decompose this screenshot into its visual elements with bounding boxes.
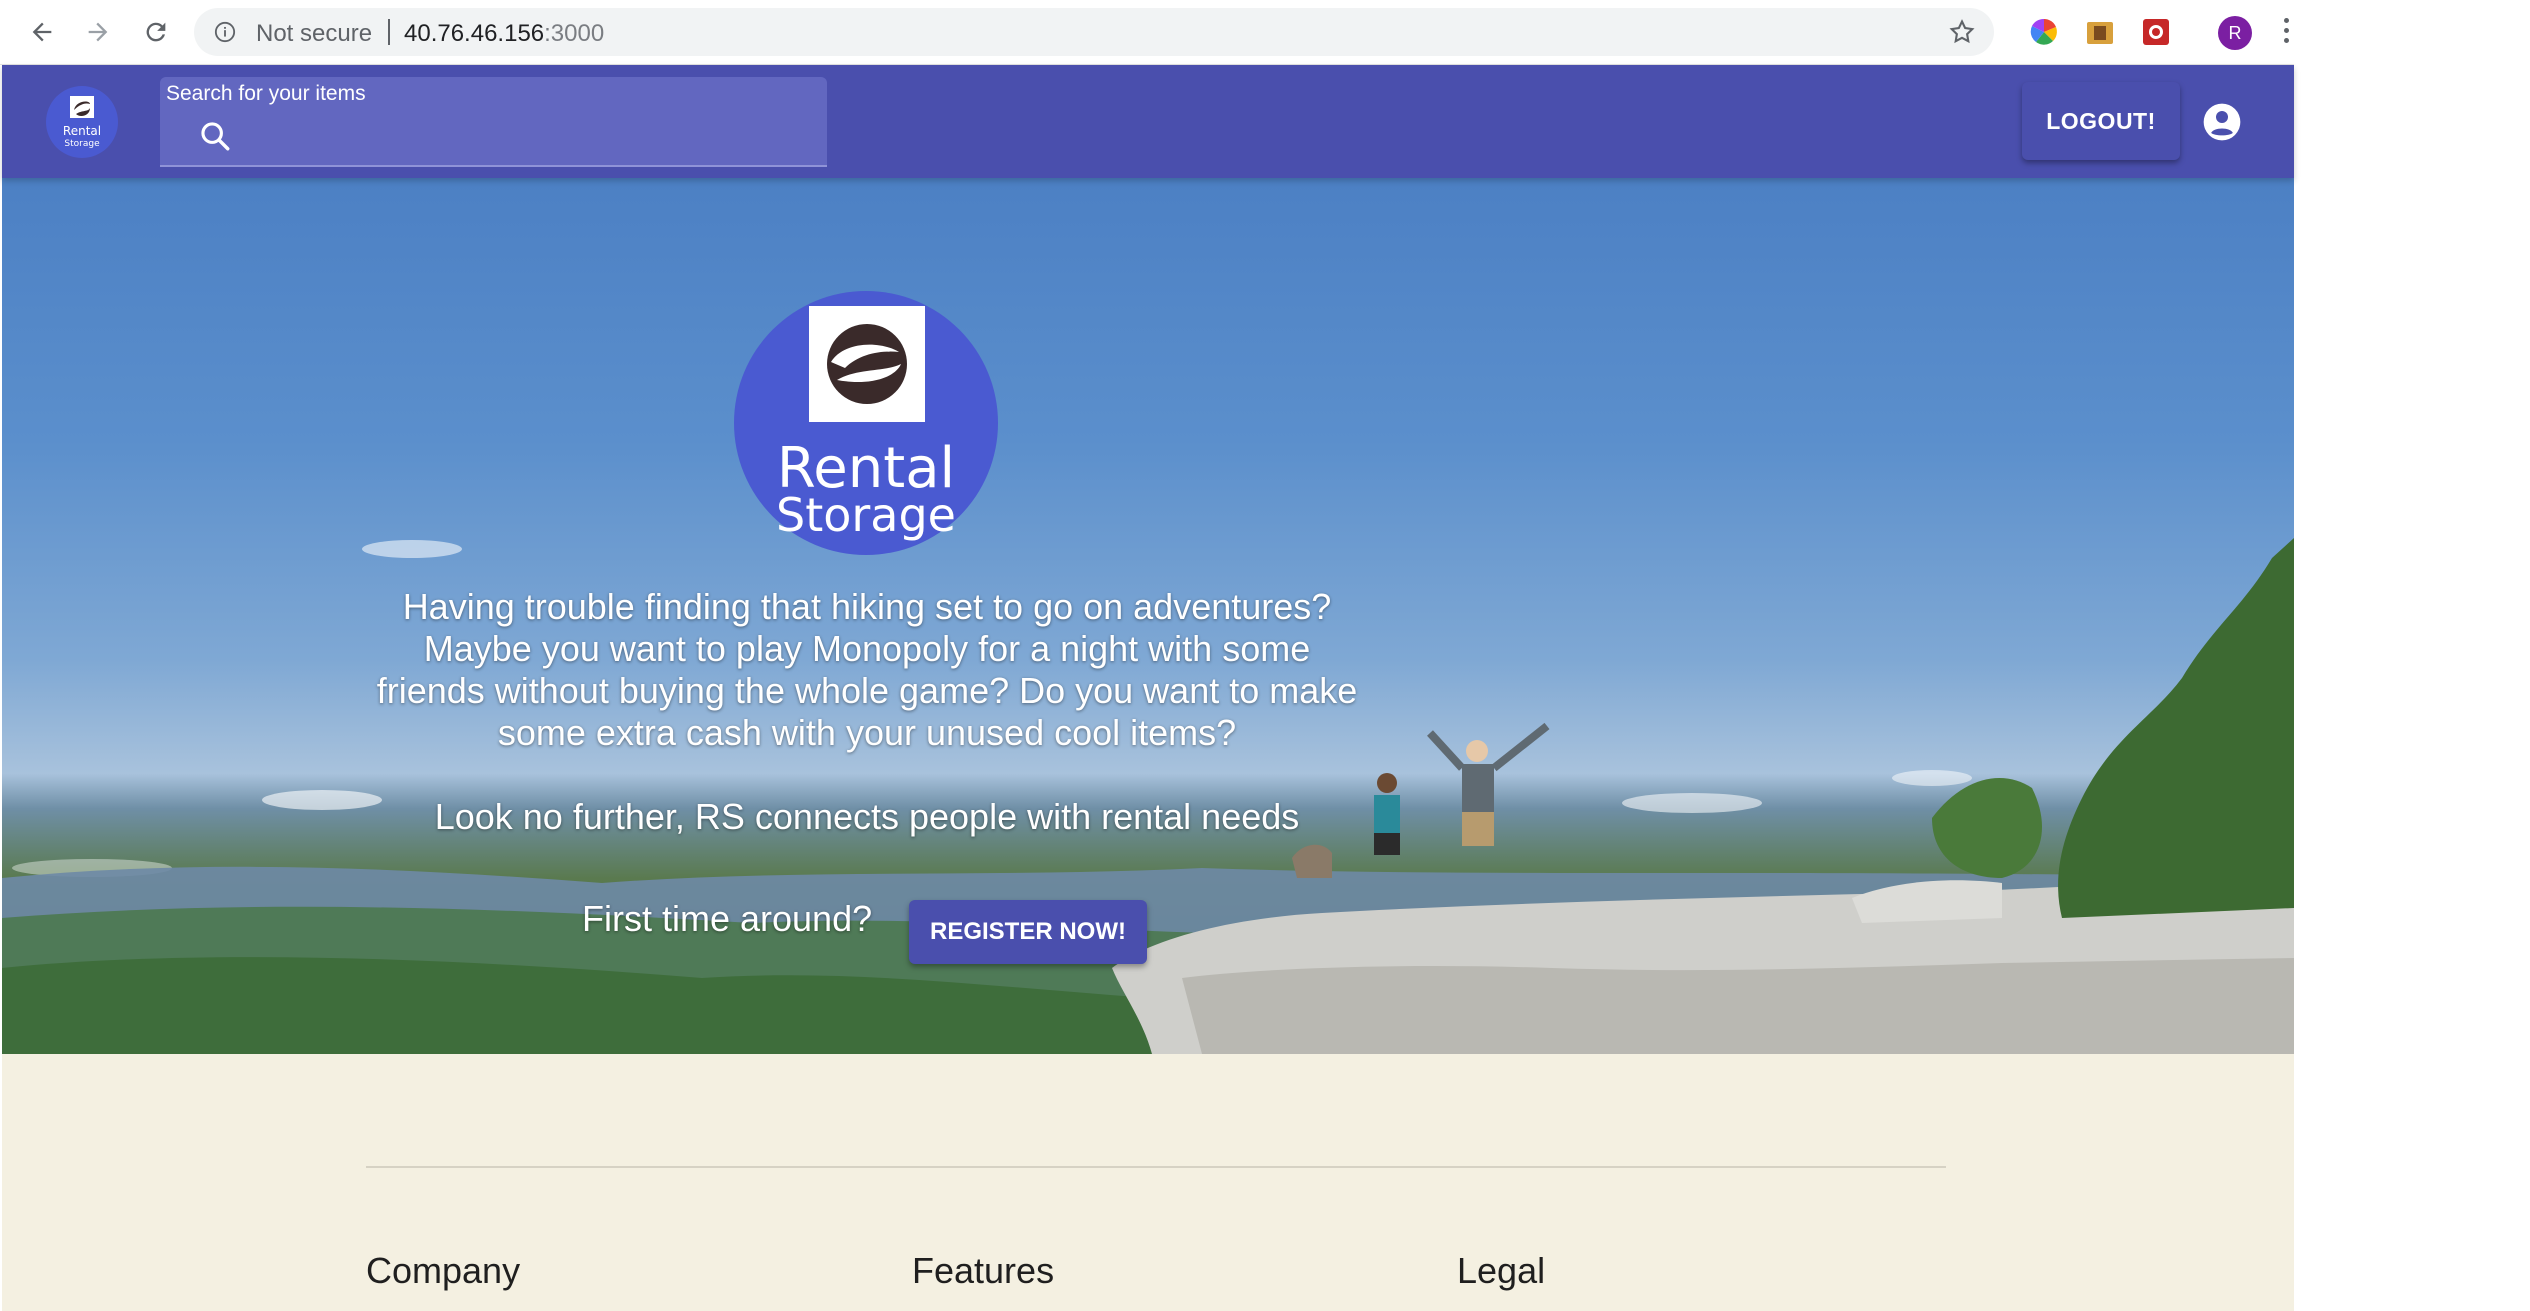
hero-tagline: Look no further, RS connects people with…	[434, 796, 1300, 837]
footer-heading-company: Company	[366, 1250, 521, 1291]
app-logo-text-2: Storage	[64, 139, 100, 149]
app-bar: Rental Storage Search for your items LOG…	[2, 65, 2294, 178]
search-icon[interactable]	[198, 119, 232, 153]
logo-mark-icon	[809, 306, 925, 422]
footer-divider	[366, 1166, 1946, 1168]
hero-text-line: friends without buying the whole game? D…	[376, 670, 1358, 711]
bookmark-star-icon[interactable]	[1948, 18, 1976, 46]
first-time-label: First time around?	[582, 898, 873, 939]
hero-text-line: some extra cash with your unused cool it…	[497, 712, 1237, 753]
url-host: 40.76.46.156	[404, 20, 545, 47]
hero-text-line: Maybe you want to play Monopoly for a ni…	[423, 628, 1311, 669]
divider	[388, 19, 390, 45]
folder-extension-icon[interactable]	[2084, 16, 2116, 48]
info-icon[interactable]	[214, 21, 236, 43]
search-label: Search for your items	[166, 82, 366, 105]
account-circle-icon[interactable]	[2202, 102, 2242, 142]
register-button[interactable]: REGISTER NOW!	[909, 900, 1147, 964]
color-wheel-extension-icon[interactable]	[2028, 16, 2060, 48]
hero-description: Having trouble finding that hiking set t…	[322, 586, 1412, 754]
reload-icon[interactable]	[140, 16, 172, 48]
footer: Company Features Legal	[2, 1054, 2294, 1311]
browser-toolbar: Not secure 40.76.46.156:3000 R	[0, 0, 2294, 65]
hero-text-line: Having trouble finding that hiking set t…	[402, 586, 1332, 627]
profile-avatar[interactable]: R	[2218, 16, 2252, 50]
address-bar[interactable]: Not secure 40.76.46.156:3000	[194, 8, 1994, 56]
url-text[interactable]: 40.76.46.156:3000	[404, 20, 604, 48]
hero-section: Rental Storage Having trouble finding th…	[2, 178, 2294, 1054]
hero-logo-text-2: Storage	[776, 488, 956, 542]
browser-menu-icon[interactable]	[2282, 18, 2290, 48]
forward-arrow-icon[interactable]	[82, 16, 114, 48]
red-extension-icon[interactable]	[2140, 16, 2172, 48]
hero-logo: Rental Storage	[734, 291, 998, 555]
app-logo[interactable]: Rental Storage	[46, 86, 118, 158]
footer-heading-features: Features	[912, 1250, 1055, 1291]
security-status-label: Not secure	[256, 20, 373, 47]
footer-heading-legal: Legal	[1457, 1250, 1546, 1291]
search-input[interactable]: Search for your items	[160, 77, 827, 167]
app-logo-text-1: Rental	[63, 124, 101, 138]
back-arrow-icon[interactable]	[26, 16, 58, 48]
logout-button[interactable]: LOGOUT!	[2022, 82, 2180, 160]
url-port: :3000	[544, 20, 605, 47]
